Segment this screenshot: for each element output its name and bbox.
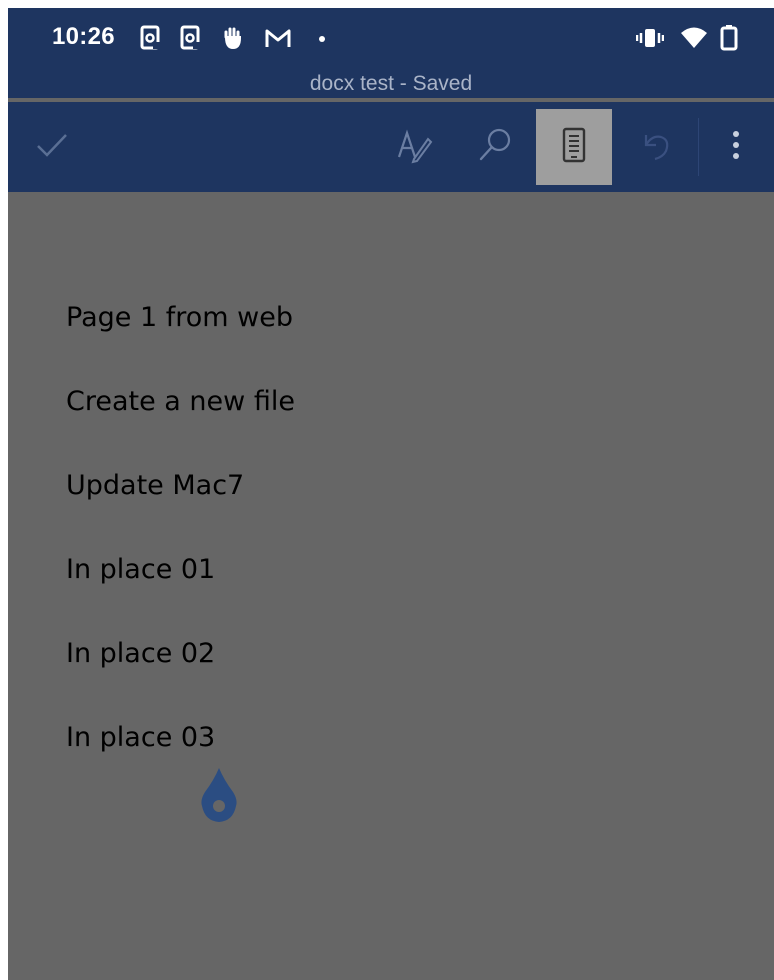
document-line[interactable]: In place 02 (66, 638, 215, 669)
battery-icon (720, 25, 738, 56)
search-icon (476, 125, 516, 170)
system-status-icons (635, 25, 746, 51)
document-line[interactable]: Create a new file (66, 386, 295, 417)
document-line[interactable]: In place 01 (66, 554, 215, 585)
draw-button[interactable] (376, 109, 452, 185)
undo-icon (636, 125, 676, 170)
more-vert-icon (730, 125, 742, 170)
screenshot-icon (180, 25, 202, 56)
done-button[interactable] (14, 109, 90, 185)
document-line[interactable]: Page 1 from web (66, 302, 293, 333)
status-time: 10:26 (52, 23, 115, 50)
cursor-handle-icon[interactable] (200, 766, 238, 829)
undo-button[interactable] (618, 109, 694, 185)
more-options-button[interactable] (698, 109, 774, 185)
dot-icon (316, 25, 328, 56)
gmail-icon (264, 25, 292, 56)
vibrate-icon (635, 25, 665, 56)
touch-hand-icon (222, 25, 244, 56)
checkmark-icon (32, 125, 72, 170)
screenshot-icon (140, 25, 162, 56)
phone-screen: 10:26 docx test - Saved Page 1 from web … (8, 8, 774, 980)
app-toolbar (8, 102, 774, 192)
status-bar: 10:26 (8, 8, 774, 72)
draw-pen-icon (394, 125, 434, 170)
mobile-view-icon (558, 125, 590, 170)
wifi-icon (680, 25, 708, 56)
document-line[interactable]: In place 03 (66, 722, 215, 753)
document-line[interactable]: Update Mac7 (66, 470, 244, 501)
document-title: docx test - Saved (309, 72, 473, 95)
document-title-bar: docx test - Saved (8, 72, 774, 98)
search-button[interactable] (458, 109, 534, 185)
mobile-view-button[interactable] (536, 109, 612, 185)
document-canvas[interactable]: Page 1 from web Create a new file Update… (8, 192, 774, 980)
